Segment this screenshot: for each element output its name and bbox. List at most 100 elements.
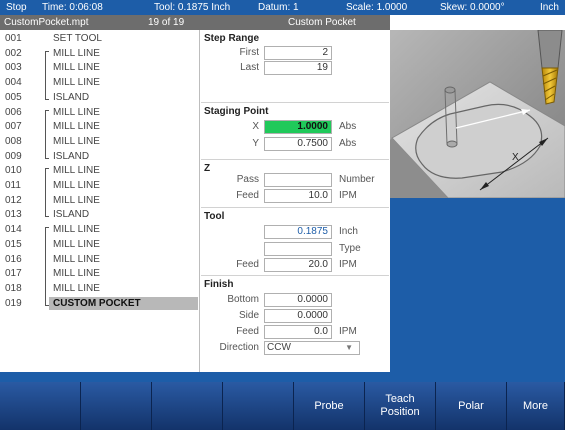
group-bracket xyxy=(45,266,49,282)
chevron-down-icon: ▼ xyxy=(345,343,353,352)
step-label: ISLAND xyxy=(53,209,90,221)
softkey-2[interactable] xyxy=(81,382,152,430)
group-bracket xyxy=(45,133,49,149)
list-item[interactable]: 013 ISLAND xyxy=(0,207,200,221)
tool-diameter-field[interactable]: 0.1875 xyxy=(264,225,332,239)
staging-y-field[interactable]: 0.7500 xyxy=(264,137,332,151)
list-item[interactable]: 008 MILL LINE xyxy=(0,133,200,149)
step-range-section: Step Range First 2 Last 19 xyxy=(201,30,389,103)
list-item[interactable]: 019 CUSTOM POCKET xyxy=(0,295,200,310)
last-step-field[interactable]: 19 xyxy=(264,61,332,75)
polar-button[interactable]: Polar xyxy=(436,382,507,430)
list-item[interactable]: 017 MILL LINE xyxy=(0,266,200,282)
step-label: MILL LINE xyxy=(53,253,100,265)
step-label: MILL LINE xyxy=(53,62,100,74)
finish-feed-unit: IPM xyxy=(339,326,357,337)
step-number: 013 xyxy=(5,209,22,221)
step-label: MILL LINE xyxy=(53,180,100,191)
step-number: 004 xyxy=(5,77,22,89)
list-item[interactable]: 016 MILL LINE xyxy=(0,251,200,267)
step-number: 006 xyxy=(5,106,22,118)
step-label: MILL LINE xyxy=(53,238,100,250)
softkey-4[interactable] xyxy=(223,382,294,430)
finish-feed-field[interactable]: 0.0 xyxy=(264,325,332,339)
dimension-label: X xyxy=(512,152,519,163)
teach-position-button[interactable]: Teach Position xyxy=(365,382,436,430)
side-label: Side xyxy=(238,310,259,321)
datum: Datum: 1 xyxy=(258,2,299,13)
softkey-1[interactable] xyxy=(0,382,81,430)
z-feed-field[interactable]: 10.0 xyxy=(264,189,332,203)
step-label: MILL LINE xyxy=(53,194,100,206)
tool-type-unit: Type xyxy=(339,243,361,254)
section-title: Finish xyxy=(204,279,234,290)
step-label: MILL LINE xyxy=(53,106,100,118)
finish-side-field[interactable]: 0.0000 xyxy=(264,309,332,323)
softkey-3[interactable] xyxy=(152,382,223,430)
more-button[interactable]: More xyxy=(507,382,565,430)
z-pass-field[interactable] xyxy=(264,173,332,187)
list-item[interactable]: 006 MILL LINE xyxy=(0,106,200,124)
list-item[interactable]: 011 MILL LINE xyxy=(0,178,200,193)
step-number: 001 xyxy=(5,33,22,44)
step-label: ISLAND xyxy=(53,91,90,103)
step-number: 010 xyxy=(5,165,22,177)
preview-background xyxy=(390,198,565,372)
step-number: 003 xyxy=(5,62,22,74)
tool-size: Tool: 0.1875 Inch xyxy=(154,2,231,13)
section-title: Step Range xyxy=(204,33,260,44)
list-item[interactable]: 018 MILL LINE xyxy=(0,280,200,296)
group-bracket xyxy=(45,236,49,252)
step-number: 018 xyxy=(5,282,22,294)
group-bracket xyxy=(45,60,49,76)
tool-section: Tool 0.1875 Inch Type Feed 20.0 IPM xyxy=(201,208,389,276)
tool-feed-unit: IPM xyxy=(339,259,357,270)
program-step-list[interactable]: 001 SET TOOL 002 MILL LINE 003 MILL LINE 004 MI… xyxy=(0,30,200,372)
group-bracket xyxy=(45,192,49,208)
list-item[interactable]: 004 MILL LINE xyxy=(0,75,200,91)
list-item[interactable]: 009 ISLAND xyxy=(0,148,200,162)
list-item[interactable]: 005 ISLAND xyxy=(0,89,200,103)
pass-unit: Number xyxy=(339,174,375,185)
tool-diameter-unit: Inch xyxy=(339,226,358,237)
list-item[interactable]: 015 MILL LINE xyxy=(0,236,200,252)
list-item[interactable]: 007 MILL LINE xyxy=(0,119,200,135)
group-bracket xyxy=(45,148,49,159)
staging-x-field[interactable]: 1.0000 xyxy=(264,120,332,134)
pass-label: Pass xyxy=(236,174,259,185)
group-bracket xyxy=(45,207,49,218)
bottom-label: Bottom xyxy=(227,294,259,305)
list-item[interactable]: 012 MILL LINE xyxy=(0,192,200,208)
list-item[interactable]: 014 MILL LINE xyxy=(0,224,200,242)
step-number: 012 xyxy=(5,194,22,206)
direction-value: CCW xyxy=(267,342,291,353)
step-number: 016 xyxy=(5,253,22,265)
direction-dropdown[interactable]: CCW ▼ xyxy=(264,341,360,355)
units: Inch xyxy=(540,2,559,13)
finish-bottom-field[interactable]: 0.0000 xyxy=(264,293,332,307)
probe-button[interactable]: Probe xyxy=(294,382,365,430)
step-label: CUSTOM POCKET xyxy=(49,296,198,310)
x-unit: Abs xyxy=(339,121,357,132)
skew: Skew: 0.0000° xyxy=(440,2,505,13)
y-label: Y xyxy=(252,138,259,149)
list-item[interactable]: 003 MILL LINE xyxy=(0,60,200,76)
step-number: 011 xyxy=(5,180,21,191)
tool-feed-field[interactable]: 20.0 xyxy=(264,258,332,272)
staging-point-section: Staging Point X 1.0000 Abs Y 0.7500 Abs xyxy=(201,103,389,160)
z-section: Z Pass Number Feed 10.0 IPM xyxy=(201,160,389,208)
list-item[interactable]: 002 MILL LINE xyxy=(0,48,200,65)
step-preview: X xyxy=(390,30,565,198)
tool-type-field[interactable] xyxy=(264,242,332,256)
status-bar: Stop Time: 0:06:08 Tool: 0.1875 Inch Dat… xyxy=(0,0,565,15)
y-unit: Abs xyxy=(339,138,357,149)
list-item[interactable]: 010 MILL LINE xyxy=(0,165,200,183)
pocket-preview-graphic: X xyxy=(390,30,565,198)
step-number: 007 xyxy=(5,121,22,133)
list-item[interactable]: 001 SET TOOL xyxy=(0,33,200,44)
step-number: 019 xyxy=(5,297,22,309)
step-label: SET TOOL xyxy=(53,33,102,44)
step-name: Custom Pocket xyxy=(288,17,356,28)
first-step-field[interactable]: 2 xyxy=(264,46,332,60)
step-number: 009 xyxy=(5,150,22,162)
